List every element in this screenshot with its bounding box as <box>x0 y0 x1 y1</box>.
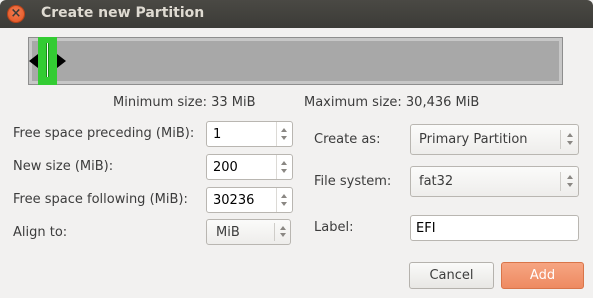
new-size-spinner[interactable]: 200 <box>206 154 293 180</box>
increment-icon[interactable] <box>281 194 287 198</box>
file-system-select[interactable]: fat32 <box>410 166 579 197</box>
file-system-label: File system: <box>314 174 392 189</box>
align-to-value: MiB <box>216 225 240 240</box>
decrement-icon[interactable] <box>281 202 287 206</box>
left-resize-handle-icon[interactable] <box>29 54 38 68</box>
decrement-icon[interactable] <box>281 169 287 173</box>
partition-bar-frame <box>29 38 562 84</box>
select-arrows <box>560 172 578 191</box>
spinner-arrows[interactable] <box>276 155 292 179</box>
free-space-following-label: Free space following (MiB): <box>13 192 188 207</box>
file-system-value: fat32 <box>419 174 454 189</box>
chevron-up-icon <box>567 175 573 179</box>
increment-icon[interactable] <box>281 161 287 165</box>
select-arrows <box>560 130 578 149</box>
free-space-preceding-spinner[interactable]: 1 <box>206 121 293 147</box>
chevron-down-icon <box>567 183 573 187</box>
new-size-label: New size (MiB): <box>13 159 114 174</box>
create-as-select[interactable]: Primary Partition <box>410 124 579 155</box>
close-button[interactable]: × <box>7 5 25 23</box>
increment-icon[interactable] <box>281 128 287 132</box>
partition-label-input[interactable]: EFI <box>410 215 579 241</box>
chevron-up-icon <box>280 226 286 230</box>
spinner-arrows[interactable] <box>276 188 292 212</box>
partition-visualizer[interactable] <box>28 37 563 85</box>
free-space-preceding-label: Free space preceding (MiB): <box>13 126 195 141</box>
spinner-arrows[interactable] <box>276 122 292 146</box>
align-to-label: Align to: <box>13 225 68 240</box>
create-as-value: Primary Partition <box>419 132 528 147</box>
partition-slider-grip[interactable] <box>46 43 49 77</box>
free-space-following-value[interactable]: 30236 <box>213 193 254 208</box>
window-title: Create new Partition <box>41 5 205 21</box>
maximum-size-label: Maximum size: 30,436 MiB <box>304 95 480 110</box>
right-resize-handle-icon[interactable] <box>57 54 66 68</box>
create-as-label: Create as: <box>314 132 381 147</box>
new-size-value[interactable]: 200 <box>213 160 238 175</box>
select-arrows <box>274 223 290 241</box>
chevron-up-icon <box>567 133 573 137</box>
add-button[interactable]: Add <box>501 262 584 289</box>
chevron-down-icon <box>280 233 286 237</box>
title-bar: × Create new Partition <box>0 0 593 28</box>
decrement-icon[interactable] <box>281 136 287 140</box>
cancel-button[interactable]: Cancel <box>409 262 494 289</box>
chevron-down-icon <box>567 141 573 145</box>
partition-label-value[interactable]: EFI <box>416 221 436 236</box>
free-space-preceding-value[interactable]: 1 <box>213 127 221 142</box>
align-to-select[interactable]: MiB <box>206 219 291 245</box>
new-partition-block[interactable] <box>38 37 57 85</box>
free-space-following-spinner[interactable]: 30236 <box>206 187 293 213</box>
partition-label-label: Label: <box>314 220 354 235</box>
minimum-size-label: Minimum size: 33 MiB <box>113 95 256 110</box>
